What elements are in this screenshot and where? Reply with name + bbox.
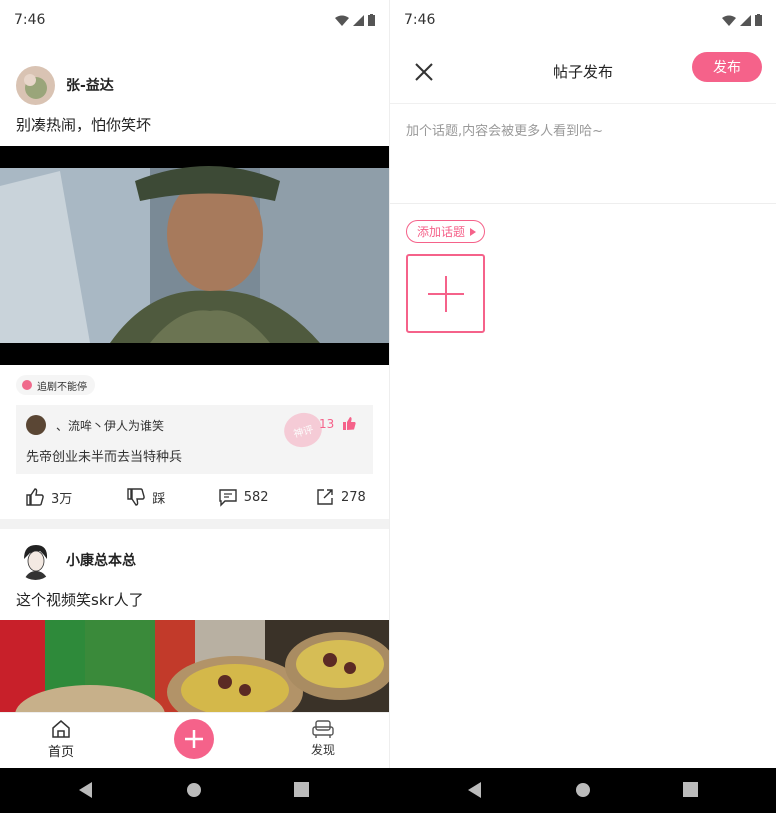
comment-author[interactable]: 、流哞丶伊人为谁笑 — [56, 417, 164, 434]
recents-icon[interactable] — [294, 782, 309, 797]
nav-home-label: 首页 — [48, 745, 75, 760]
home-circle-icon[interactable] — [575, 782, 591, 798]
recents-icon[interactable] — [683, 782, 698, 797]
top-comment[interactable]: 、流哞丶伊人为谁笑 神评 13 先帝创业未半而去当特种兵 — [16, 405, 373, 474]
comment-count: 582 — [243, 489, 269, 505]
post-author[interactable]: 张-益达 — [66, 75, 114, 95]
add-media-button[interactable] — [406, 254, 485, 333]
comment-text: 先帝创业未半而去当特种兵 — [26, 450, 183, 465]
share-icon — [317, 489, 333, 505]
post-author[interactable]: 小康总本总 — [66, 550, 136, 570]
add-topic-button[interactable]: 添加话题 — [406, 220, 486, 243]
video-thumbnail[interactable] — [0, 146, 389, 365]
tag-icon — [22, 380, 32, 390]
back-icon[interactable] — [467, 782, 483, 798]
avatar[interactable] — [16, 540, 55, 580]
share-button[interactable]: 278 — [292, 487, 389, 507]
signal-icon — [740, 14, 751, 26]
comment-like-count: 13 — [319, 417, 335, 431]
comment-icon — [219, 489, 237, 507]
plus-icon — [427, 275, 464, 312]
composer-header: 帖子发布 发布 — [390, 40, 776, 104]
content-input[interactable]: 加个话题,内容会被更多人看到哈~ — [406, 120, 603, 139]
status-time: 7:46 — [14, 12, 46, 28]
feed-screen: 7:46 张-益达 别凑热闹，怕你笑坏 追剧不能停 、流哞丶伊人为谁笑 神评 1… — [0, 0, 389, 768]
add-topic-label: 添加话题 — [417, 225, 466, 239]
post-divider — [0, 519, 389, 529]
caret-right-icon — [470, 227, 477, 236]
topic-tag[interactable]: 追剧不能停 — [16, 375, 95, 395]
page-title: 帖子发布 — [552, 63, 613, 81]
system-nav-bar — [0, 768, 776, 813]
status-icons — [722, 14, 762, 26]
tag-label: 追剧不能停 — [37, 381, 87, 393]
comment-button[interactable]: 582 — [195, 487, 292, 507]
thumbs-down-icon — [127, 488, 146, 506]
video-thumbnail[interactable] — [0, 620, 389, 712]
home-circle-icon[interactable] — [186, 782, 202, 798]
like-count: 3万 — [50, 491, 73, 507]
status-bar: 7:46 — [0, 0, 389, 40]
thumbs-up-icon — [26, 488, 44, 506]
nav-discover-label: 发现 — [311, 743, 336, 757]
status-bar: 7:46 — [390, 0, 776, 40]
composer-screen: 7:46 帖子发布 发布 加个话题,内容会被更多人看到哈~ 添加话题 — [389, 0, 776, 768]
battery-icon — [755, 14, 762, 26]
post-actions: 3万 踩 582 278 — [0, 477, 389, 517]
bottom-nav: 首页 发现 — [0, 712, 389, 768]
avatar[interactable] — [16, 65, 55, 105]
home-icon — [52, 720, 70, 738]
nav-home[interactable]: 首页 — [48, 719, 74, 760]
battery-icon — [368, 14, 375, 26]
comment-like-icon[interactable] — [343, 417, 356, 430]
dislike-button[interactable]: 踩 — [97, 487, 194, 507]
signal-icon — [353, 14, 364, 26]
comment-avatar[interactable] — [26, 415, 46, 435]
status-time: 7:46 — [404, 12, 436, 28]
divider — [390, 203, 776, 204]
publish-button[interactable]: 发布 — [692, 52, 762, 82]
back-icon[interactable] — [78, 782, 94, 798]
post-text: 这个视频笑skr人了 — [16, 591, 144, 609]
close-icon[interactable] — [412, 60, 436, 84]
dislike-label: 踩 — [152, 491, 166, 507]
status-icons — [335, 14, 375, 26]
create-post-button[interactable] — [174, 719, 214, 759]
post-card[interactable]: 张-益达 别凑热闹，怕你笑坏 — [0, 64, 389, 136]
post-text: 别凑热闹，怕你笑坏 — [16, 116, 152, 134]
share-count: 278 — [340, 489, 366, 505]
wifi-icon — [335, 15, 349, 26]
sofa-icon — [312, 720, 334, 738]
wifi-icon — [722, 15, 736, 26]
post-card[interactable]: 小康总本总 这个视频笑skr人了 — [0, 539, 389, 611]
like-button[interactable]: 3万 — [0, 487, 97, 507]
plus-icon — [185, 730, 203, 748]
nav-discover[interactable]: 发现 — [311, 719, 335, 758]
